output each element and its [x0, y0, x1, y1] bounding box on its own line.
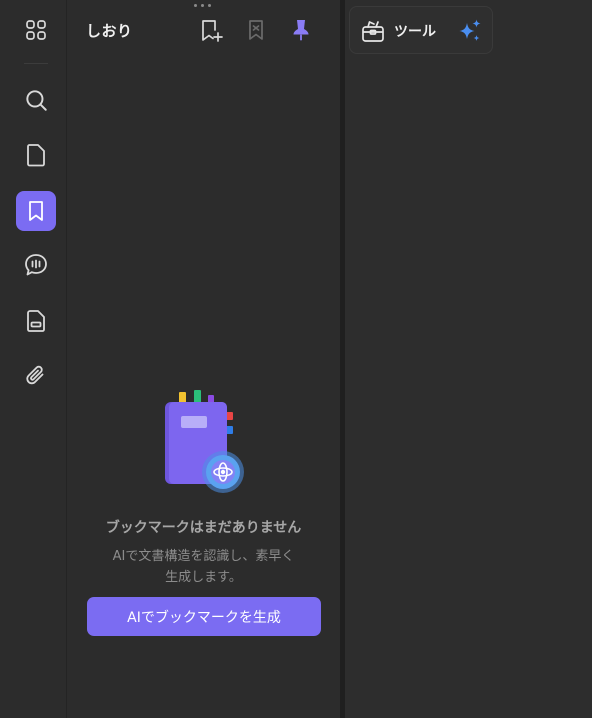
empty-state-title: ブックマークはまだありません: [105, 520, 302, 536]
bookmark-icon: [29, 201, 43, 221]
panel-title: しおり: [86, 22, 133, 40]
sidebar-rail: [0, 0, 67, 718]
ai-assistant-button[interactable]: [454, 15, 486, 47]
toolbar: ツール: [349, 6, 493, 54]
form-icon: [27, 310, 45, 332]
bookmark-x-icon: [249, 20, 263, 40]
sidebar-item-forms[interactable]: [16, 301, 56, 341]
sidebar-item-apps[interactable]: [16, 10, 56, 50]
pin-icon: [293, 20, 309, 41]
search-icon: [26, 90, 47, 111]
remove-bookmark-button[interactable]: [242, 16, 270, 44]
pin-button[interactable]: [287, 16, 315, 44]
toolbox-icon: [362, 21, 384, 42]
document-area: ツール: [345, 0, 592, 718]
sidebar-item-attachments[interactable]: [16, 356, 56, 396]
paperclip-icon: [26, 365, 44, 385]
generate-bookmarks-button[interactable]: AIでブックマークを生成: [87, 597, 321, 636]
rail-separator: [24, 63, 48, 64]
grid-icon: [26, 20, 46, 40]
add-bookmark-icon: [202, 20, 223, 42]
empty-bookmark-illustration: [165, 390, 244, 493]
comment-icon: [25, 254, 47, 276]
empty-state-description: AIで文書構造を認識し、素早く 生成します。: [112, 549, 295, 585]
sidebar-item-search[interactable]: [16, 80, 56, 120]
sidebar-item-pages[interactable]: [16, 135, 56, 175]
bookmark-panel: しおり ブックマークはまだありません AIで文書構造を認識し、素早く 生成します…: [67, 0, 340, 718]
panel-drag-handle[interactable]: [194, 4, 214, 8]
add-bookmark-button[interactable]: [197, 16, 225, 44]
tools-label: ツール: [394, 24, 436, 40]
sidebar-item-comments[interactable]: [16, 245, 56, 285]
sidebar-item-bookmarks[interactable]: [16, 191, 56, 231]
sparkle-icon: [459, 19, 481, 41]
tools-button[interactable]: ツール: [360, 15, 444, 47]
page-icon: [27, 144, 45, 167]
